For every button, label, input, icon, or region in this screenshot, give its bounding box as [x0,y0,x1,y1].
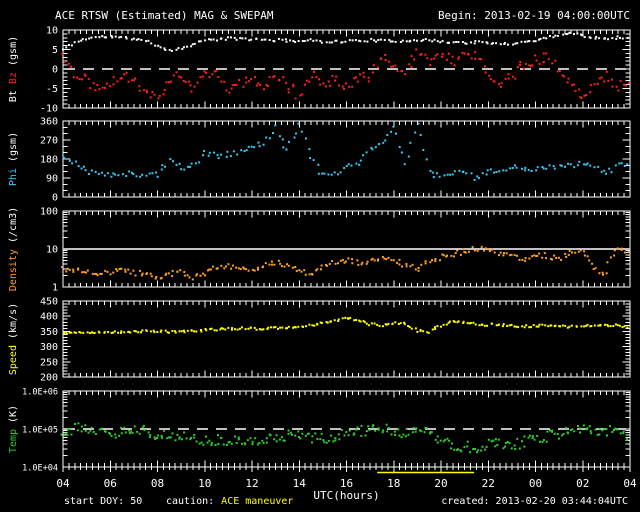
svg-text:450: 450 [40,297,58,308]
start-doy-label: start DOY: 50 [64,496,143,507]
svg-text:90: 90 [46,174,58,185]
svg-text:Phi (gsm): Phi (gsm) [8,132,19,186]
svg-text:300: 300 [40,342,58,353]
created-timestamp: created: 2013-02-20 03:44:04UTC [441,496,628,507]
svg-text:1.0E+06: 1.0E+06 [22,388,58,398]
plot-canvas: 10 5 0 -5 -10 Bt Bz (gsm) 360 270 180 90 0 Phi (gsm… [8,26,637,491]
svg-text:1.0E+04: 1.0E+04 [22,464,58,474]
svg-text:Speed (km/s): Speed (km/s) [8,303,19,375]
svg-text:10: 10 [46,245,58,256]
svg-text:Temp (K): Temp (K) [8,405,19,453]
svg-text:400: 400 [40,312,58,323]
svg-text:0: 0 [52,193,58,204]
caution-value: ACE maneuver [221,496,294,507]
svg-text:250: 250 [40,357,58,368]
svg-text:0: 0 [52,65,58,76]
svg-text:200: 200 [40,373,58,384]
svg-text:10: 10 [46,26,58,37]
svg-text:360: 360 [40,117,58,128]
svg-text:5: 5 [52,45,58,56]
svg-text:270: 270 [40,136,58,147]
caution-note: caution: ACE maneuver [166,496,293,507]
svg-text:1.0E+05: 1.0E+05 [22,426,58,436]
svg-text:-5: -5 [46,84,58,95]
svg-text:Density (/cm3): Density (/cm3) [8,207,19,291]
svg-text:100: 100 [40,207,58,218]
ace-rtsw-plot: ACE RTSW (Estimated) MAG & SWEPAM Begin:… [0,0,640,512]
svg-text:Bt Bz (gsm): Bt Bz (gsm) [8,36,19,102]
svg-text:-10: -10 [40,104,58,115]
svg-text:350: 350 [40,327,58,338]
svg-text:1: 1 [52,283,58,294]
caution-label: caution: [166,496,215,507]
svg-text:180: 180 [40,155,58,166]
